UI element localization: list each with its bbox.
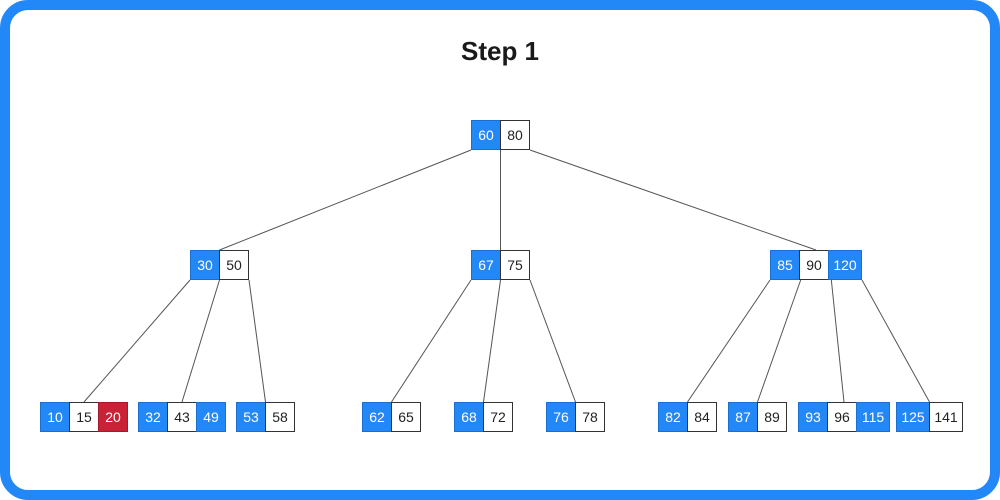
tree-node-l_125_141: 125141 bbox=[896, 402, 963, 432]
tree-key: 93 bbox=[798, 402, 828, 432]
tree-key: 62 bbox=[362, 402, 392, 432]
tree-key: 87 bbox=[728, 402, 758, 432]
tree-key: 80 bbox=[500, 120, 530, 150]
tree-node-l_93_96_115: 9396115 bbox=[798, 402, 890, 432]
tree-key: 76 bbox=[546, 402, 576, 432]
tree-key: 82 bbox=[658, 402, 688, 432]
tree-key: 96 bbox=[827, 402, 857, 432]
tree-key: 68 bbox=[454, 402, 484, 432]
tree-node-n_67_75: 6775 bbox=[471, 250, 530, 280]
tree-node-n_30_50: 3050 bbox=[190, 250, 249, 280]
tree-key: 72 bbox=[483, 402, 513, 432]
tree-node-root: 6080 bbox=[471, 120, 530, 150]
tree-node-l_68_72: 6872 bbox=[454, 402, 513, 432]
tree-key: 75 bbox=[500, 250, 530, 280]
tree-node-l_62_65: 6265 bbox=[362, 402, 421, 432]
step-title: Step 1 bbox=[10, 36, 990, 67]
tree-node-l_87_89: 8789 bbox=[728, 402, 787, 432]
diagram-frame: Step 1 6080 3050 6775 8590120 101520 324349 53… bbox=[0, 0, 1000, 500]
tree-node-n_85_90_120: 8590120 bbox=[770, 250, 862, 280]
tree-key: 60 bbox=[471, 120, 501, 150]
tree-key: 120 bbox=[828, 250, 862, 280]
tree-key: 30 bbox=[190, 250, 220, 280]
tree-key: 20 bbox=[98, 402, 128, 432]
tree-node-l_53_58: 5358 bbox=[236, 402, 295, 432]
tree-key: 43 bbox=[167, 402, 197, 432]
tree-key: 53 bbox=[236, 402, 266, 432]
tree-key: 50 bbox=[219, 250, 249, 280]
tree-key: 125 bbox=[896, 402, 930, 432]
tree-key: 67 bbox=[471, 250, 501, 280]
tree-key: 65 bbox=[391, 402, 421, 432]
tree-node-l_82_84: 8284 bbox=[658, 402, 717, 432]
tree-key: 89 bbox=[757, 402, 787, 432]
tree-node-l_32_43_49: 324349 bbox=[138, 402, 226, 432]
tree-key: 84 bbox=[687, 402, 717, 432]
tree-key: 49 bbox=[196, 402, 226, 432]
tree-key: 78 bbox=[575, 402, 605, 432]
tree-key: 90 bbox=[799, 250, 829, 280]
tree-node-l_10_15_20: 101520 bbox=[40, 402, 128, 432]
tree-key: 141 bbox=[929, 402, 963, 432]
tree-key: 32 bbox=[138, 402, 168, 432]
tree-key: 15 bbox=[69, 402, 99, 432]
tree-key: 10 bbox=[40, 402, 70, 432]
tree-key: 115 bbox=[856, 402, 890, 432]
tree-key: 85 bbox=[770, 250, 800, 280]
tree-key: 58 bbox=[265, 402, 295, 432]
tree-node-l_76_78: 7678 bbox=[546, 402, 605, 432]
